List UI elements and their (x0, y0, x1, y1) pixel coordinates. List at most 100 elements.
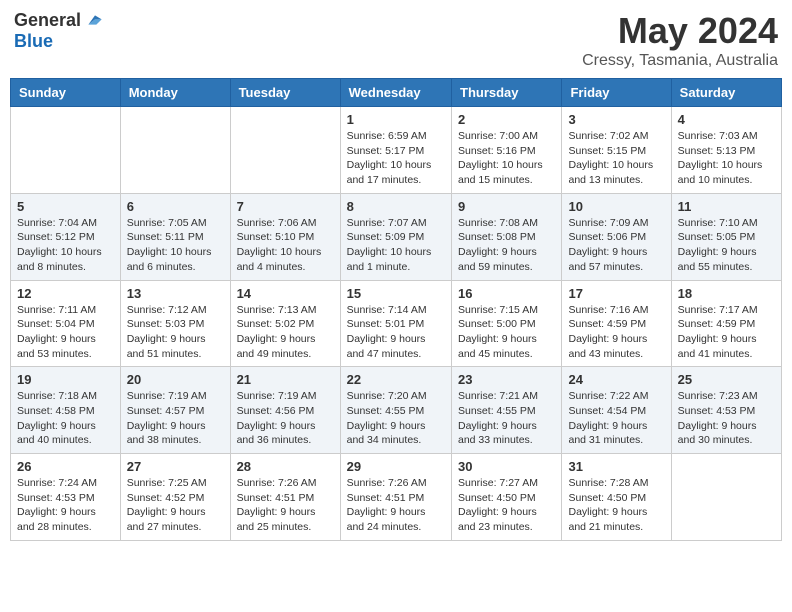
calendar-cell: 7Sunrise: 7:06 AM Sunset: 5:10 PM Daylig… (230, 193, 340, 280)
day-info: Sunrise: 7:00 AM Sunset: 5:16 PM Dayligh… (458, 129, 555, 188)
day-number: 22 (347, 372, 445, 387)
weekday-header-thursday: Thursday (452, 79, 562, 107)
day-number: 21 (237, 372, 334, 387)
day-number: 13 (127, 286, 224, 301)
logo-general-text: General (14, 10, 81, 31)
day-number: 11 (678, 199, 775, 214)
calendar-cell: 23 Sunrise: 7:21 AM Sunset: 4:55 PM Dayli… (452, 367, 562, 454)
day-info: Sunrise: 7:05 AM Sunset: 5:11 PM Dayligh… (127, 216, 224, 275)
calendar-table: SundayMondayTuesdayWednesdayThursdayFrid… (10, 78, 782, 541)
day-number: 8 (347, 199, 445, 214)
calendar-cell: 31Sunrise: 7:28 AM Sunset: 4:50 PM Dayli… (562, 454, 671, 541)
day-number: 5 (17, 199, 114, 214)
weekday-header-sunday: Sunday (11, 79, 121, 107)
day-info: Sunrise: 7:19 AM Sunset: 4:57 PM Dayligh… (127, 389, 224, 448)
day-info: Sunrise: 7:02 AM Sunset: 5:15 PM Dayligh… (568, 129, 664, 188)
calendar-cell: 27 Sunrise: 7:25 AM Sunset: 4:52 PM Dayli… (120, 454, 230, 541)
day-number: 17 (568, 286, 664, 301)
day-info: Sunrise: 7:07 AM Sunset: 5:09 PM Dayligh… (347, 216, 445, 275)
weekday-header-tuesday: Tuesday (230, 79, 340, 107)
day-info: Sunrise: 7:13 AM Sunset: 5:02 PM Dayligh… (237, 303, 334, 362)
weekday-header-monday: Monday (120, 79, 230, 107)
day-number: 30 (458, 459, 555, 474)
calendar-cell: 4 Sunrise: 7:03 AM Sunset: 5:13 PM Daylig… (671, 107, 781, 194)
day-number: 24 (568, 372, 664, 387)
day-number: 14 (237, 286, 334, 301)
day-info: Sunrise: 7:19 AM Sunset: 4:56 PM Dayligh… (237, 389, 334, 448)
calendar-cell: 22 Sunrise: 7:20 AM Sunset: 4:55 PM Dayli… (340, 367, 451, 454)
calendar-cell: 5 Sunrise: 7:04 AM Sunset: 5:12 PM Daylig… (11, 193, 121, 280)
calendar-cell: 24 Sunrise: 7:22 AM Sunset: 4:54 PM Dayli… (562, 367, 671, 454)
calendar-row-2: 5 Sunrise: 7:04 AM Sunset: 5:12 PM Daylig… (11, 193, 782, 280)
day-info: Sunrise: 7:26 AM Sunset: 4:51 PM Dayligh… (347, 476, 445, 535)
calendar-row-1: 1 Sunrise: 6:59 AM Sunset: 5:17 PM Daylig… (11, 107, 782, 194)
calendar-row-5: 26Sunrise: 7:24 AM Sunset: 4:53 PM Dayli… (11, 454, 782, 541)
page-header: General Blue May 2024 Cressy, Tasmania, … (10, 10, 782, 70)
day-number: 6 (127, 199, 224, 214)
day-info: Sunrise: 7:12 AM Sunset: 5:03 PM Dayligh… (127, 303, 224, 362)
day-number: 19 (17, 372, 114, 387)
month-title: May 2024 (582, 10, 778, 52)
calendar-cell: 6 Sunrise: 7:05 AM Sunset: 5:11 PM Daylig… (120, 193, 230, 280)
day-info: Sunrise: 7:08 AM Sunset: 5:08 PM Dayligh… (458, 216, 555, 275)
calendar-cell: 28 Sunrise: 7:26 AM Sunset: 4:51 PM Dayli… (230, 454, 340, 541)
day-info: Sunrise: 7:06 AM Sunset: 5:10 PM Dayligh… (237, 216, 334, 275)
day-number: 12 (17, 286, 114, 301)
calendar-cell (11, 107, 121, 194)
logo: General Blue (14, 10, 103, 52)
weekday-header-friday: Friday (562, 79, 671, 107)
day-info: Sunrise: 7:23 AM Sunset: 4:53 PM Dayligh… (678, 389, 775, 448)
day-info: Sunrise: 7:25 AM Sunset: 4:52 PM Dayligh… (127, 476, 224, 535)
calendar-cell: 13 Sunrise: 7:12 AM Sunset: 5:03 PM Dayli… (120, 280, 230, 367)
calendar-cell: 8 Sunrise: 7:07 AM Sunset: 5:09 PM Daylig… (340, 193, 451, 280)
day-number: 4 (678, 112, 775, 127)
calendar-cell: 2 Sunrise: 7:00 AM Sunset: 5:16 PM Daylig… (452, 107, 562, 194)
calendar-cell: 25 Sunrise: 7:23 AM Sunset: 4:53 PM Dayli… (671, 367, 781, 454)
day-info: Sunrise: 7:20 AM Sunset: 4:55 PM Dayligh… (347, 389, 445, 448)
day-number: 28 (237, 459, 334, 474)
day-info: Sunrise: 7:24 AM Sunset: 4:53 PM Dayligh… (17, 476, 114, 535)
day-number: 27 (127, 459, 224, 474)
day-info: Sunrise: 7:03 AM Sunset: 5:13 PM Dayligh… (678, 129, 775, 188)
day-info: Sunrise: 7:17 AM Sunset: 4:59 PM Dayligh… (678, 303, 775, 362)
day-number: 1 (347, 112, 445, 127)
weekday-header-wednesday: Wednesday (340, 79, 451, 107)
day-number: 16 (458, 286, 555, 301)
calendar-cell: 15 Sunrise: 7:14 AM Sunset: 5:01 PM Dayli… (340, 280, 451, 367)
day-number: 15 (347, 286, 445, 301)
calendar-cell: 17Sunrise: 7:16 AM Sunset: 4:59 PM Dayli… (562, 280, 671, 367)
day-info: Sunrise: 7:26 AM Sunset: 4:51 PM Dayligh… (237, 476, 334, 535)
day-info: Sunrise: 7:22 AM Sunset: 4:54 PM Dayligh… (568, 389, 664, 448)
day-info: Sunrise: 7:15 AM Sunset: 5:00 PM Dayligh… (458, 303, 555, 362)
day-info: Sunrise: 7:10 AM Sunset: 5:05 PM Dayligh… (678, 216, 775, 275)
calendar-cell: 26Sunrise: 7:24 AM Sunset: 4:53 PM Dayli… (11, 454, 121, 541)
day-number: 23 (458, 372, 555, 387)
calendar-cell: 12Sunrise: 7:11 AM Sunset: 5:04 PM Dayli… (11, 280, 121, 367)
day-number: 2 (458, 112, 555, 127)
day-info: Sunrise: 7:21 AM Sunset: 4:55 PM Dayligh… (458, 389, 555, 448)
calendar-cell: 29 Sunrise: 7:26 AM Sunset: 4:51 PM Dayli… (340, 454, 451, 541)
calendar-cell: 18Sunrise: 7:17 AM Sunset: 4:59 PM Dayli… (671, 280, 781, 367)
calendar-cell (230, 107, 340, 194)
day-info: Sunrise: 7:14 AM Sunset: 5:01 PM Dayligh… (347, 303, 445, 362)
day-number: 31 (568, 459, 664, 474)
calendar-cell: 20 Sunrise: 7:19 AM Sunset: 4:57 PM Dayli… (120, 367, 230, 454)
logo-blue-text: Blue (14, 31, 53, 52)
weekday-header-row: SundayMondayTuesdayWednesdayThursdayFrid… (11, 79, 782, 107)
calendar-cell: 3 Sunrise: 7:02 AM Sunset: 5:15 PM Daylig… (562, 107, 671, 194)
calendar-cell (671, 454, 781, 541)
calendar-cell: 19 Sunrise: 7:18 AM Sunset: 4:58 PM Dayli… (11, 367, 121, 454)
calendar-cell (120, 107, 230, 194)
day-info: Sunrise: 7:18 AM Sunset: 4:58 PM Dayligh… (17, 389, 114, 448)
day-number: 3 (568, 112, 664, 127)
day-info: Sunrise: 6:59 AM Sunset: 5:17 PM Dayligh… (347, 129, 445, 188)
day-number: 25 (678, 372, 775, 387)
day-info: Sunrise: 7:04 AM Sunset: 5:12 PM Dayligh… (17, 216, 114, 275)
day-number: 29 (347, 459, 445, 474)
calendar-cell: 9Sunrise: 7:08 AM Sunset: 5:08 PM Daylig… (452, 193, 562, 280)
logo-bird-icon (83, 11, 103, 31)
calendar-cell: 21 Sunrise: 7:19 AM Sunset: 4:56 PM Dayli… (230, 367, 340, 454)
day-number: 10 (568, 199, 664, 214)
calendar-cell: 16 Sunrise: 7:15 AM Sunset: 5:00 PM Dayli… (452, 280, 562, 367)
day-number: 20 (127, 372, 224, 387)
